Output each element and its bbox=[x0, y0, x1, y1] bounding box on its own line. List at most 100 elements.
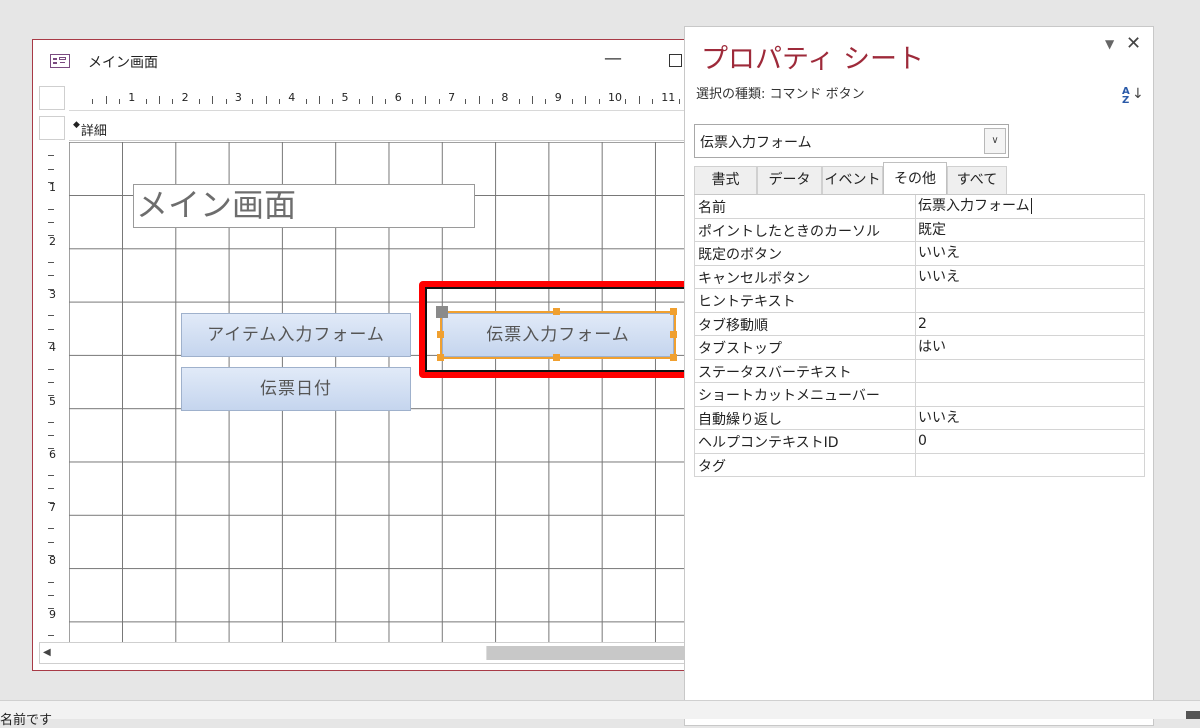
ruler-number: 9 bbox=[49, 607, 56, 621]
ruler-tick bbox=[48, 635, 54, 637]
section-selector[interactable] bbox=[39, 116, 65, 140]
chevron-down-icon[interactable]: ∨ bbox=[984, 128, 1006, 154]
resize-handle-bottom-left[interactable] bbox=[437, 354, 444, 361]
ruler-tick bbox=[651, 99, 653, 104]
ruler-tick bbox=[48, 221, 54, 223]
ruler-tick bbox=[48, 381, 54, 383]
property-sheet-title: プロパティ シート bbox=[701, 44, 924, 75]
property-row-name[interactable]: 名前 伝票入力フォーム bbox=[694, 195, 1145, 219]
minimize-button[interactable]: — bbox=[604, 48, 622, 69]
object-selector-combo[interactable]: 伝票入力フォーム ∨ bbox=[694, 124, 1009, 158]
form-design-window: メイン画面 — 1 2 3 4 5 6 7 8 9 10 11 ◆詳細 1 2 3 4 5 6 7 8 9 メイン画… bbox=[32, 39, 699, 671]
ruler-tick bbox=[532, 96, 534, 104]
slip-date-button[interactable]: 伝票日付 bbox=[181, 367, 411, 411]
tab-data[interactable]: データ bbox=[757, 166, 822, 194]
ruler-number: 8 bbox=[49, 554, 56, 568]
scroll-left-icon[interactable]: ◀ bbox=[43, 647, 51, 658]
property-row-default-button[interactable]: 既定のボタン いいえ bbox=[694, 242, 1145, 266]
text-caret bbox=[1030, 198, 1032, 214]
ruler-tick bbox=[105, 96, 107, 104]
scrollbar-area[interactable] bbox=[62, 646, 487, 660]
ruler-tick bbox=[48, 488, 54, 490]
property-row-status-bar-text[interactable]: ステータスバーテキスト bbox=[694, 359, 1145, 383]
form-window-title: メイン画面 bbox=[88, 55, 158, 71]
ruler-number: 4 bbox=[49, 341, 56, 355]
detail-section-bar[interactable]: ◆詳細 bbox=[69, 116, 699, 141]
property-row-tag[interactable]: タグ bbox=[694, 453, 1145, 477]
ruler-tick bbox=[48, 541, 54, 543]
property-row-hint-text[interactable]: ヒントテキスト bbox=[694, 289, 1145, 313]
ruler-tick bbox=[48, 275, 54, 277]
ruler-number: 6 bbox=[394, 91, 402, 104]
detail-section-label: ◆詳細 bbox=[73, 120, 107, 139]
ruler-tick bbox=[638, 96, 640, 104]
move-handle[interactable] bbox=[436, 306, 448, 318]
ruler-tick bbox=[492, 99, 494, 104]
horizontal-ruler[interactable]: 1 2 3 4 5 6 7 8 9 10 11 bbox=[69, 86, 699, 111]
ruler-tick bbox=[465, 99, 467, 104]
ruler-tick bbox=[598, 99, 600, 104]
resize-handle-bottom[interactable] bbox=[553, 354, 560, 361]
ruler-number: 10 bbox=[608, 91, 622, 104]
ruler-number: 9 bbox=[554, 91, 562, 104]
property-row-tab-stop[interactable]: タブストップ はい bbox=[694, 336, 1145, 360]
tab-event[interactable]: イベント bbox=[822, 166, 883, 194]
property-row-cursor[interactable]: ポイントしたときのカーソル 既定 bbox=[694, 218, 1145, 242]
ruler-tick bbox=[572, 99, 574, 104]
ruler-tick bbox=[425, 96, 427, 104]
ruler-tick bbox=[48, 421, 54, 423]
ruler-tick bbox=[625, 99, 627, 104]
ruler-tick bbox=[305, 99, 307, 104]
property-row-tab-index[interactable]: タブ移動順 2 bbox=[694, 312, 1145, 336]
ruler-number: 8 bbox=[501, 91, 509, 104]
ruler-number: 2 bbox=[49, 234, 56, 248]
tab-format[interactable]: 書式 bbox=[694, 166, 757, 194]
ruler-tick bbox=[358, 99, 360, 104]
panel-menu-icon[interactable]: ▼ bbox=[1105, 37, 1114, 51]
ruler-tick bbox=[252, 99, 254, 104]
main-title-label[interactable]: メイン画面 bbox=[133, 184, 475, 228]
property-value-name[interactable]: 伝票入力フォーム bbox=[915, 195, 1032, 218]
ruler-number: 7 bbox=[49, 501, 56, 515]
vertical-ruler[interactable]: 1 2 3 4 5 6 7 8 9 bbox=[39, 144, 65, 642]
object-selector-value: 伝票入力フォーム bbox=[700, 135, 812, 151]
selection-outline bbox=[440, 311, 676, 359]
ruler-tick bbox=[48, 328, 54, 330]
property-sheet: プロパティ シート ▼ ✕ 選択の種類: コマンド ボタン A Z ↓ 伝票入力フォ… bbox=[684, 26, 1154, 726]
property-row-help-context-id[interactable]: ヘルプコンテキストID 0 bbox=[694, 430, 1145, 454]
ruler-corner[interactable] bbox=[39, 86, 65, 110]
ruler-number: 3 bbox=[234, 91, 242, 104]
ruler-tick bbox=[158, 96, 160, 104]
ruler-number: 4 bbox=[288, 91, 296, 104]
property-grid: 名前 伝票入力フォーム ポイントしたときのカーソル 既定 既定のボタン いいえ キャン… bbox=[694, 194, 1145, 477]
ruler-tick bbox=[48, 315, 54, 317]
ruler-tick bbox=[48, 368, 54, 370]
ruler-tick bbox=[385, 99, 387, 104]
resize-handle-left[interactable] bbox=[437, 331, 444, 338]
resize-handle-bottom-right[interactable] bbox=[670, 354, 677, 361]
ruler-number: 7 bbox=[448, 91, 456, 104]
resize-handle-top-right[interactable] bbox=[670, 308, 677, 315]
ruler-tick bbox=[318, 96, 320, 104]
property-row-auto-repeat[interactable]: 自動繰り返し いいえ bbox=[694, 406, 1145, 430]
property-row-shortcut-menu-bar[interactable]: ショートカットメニューバー bbox=[694, 383, 1145, 407]
scrollbar-thumb[interactable] bbox=[487, 646, 697, 660]
close-icon[interactable]: ✕ bbox=[1126, 33, 1141, 54]
form-icon bbox=[50, 54, 70, 68]
ruler-number: 3 bbox=[49, 287, 56, 301]
sort-icon[interactable]: A Z ↓ bbox=[1122, 87, 1144, 109]
maximize-button[interactable] bbox=[669, 54, 682, 67]
ruler-tick bbox=[678, 99, 680, 104]
horizontal-scrollbar[interactable]: ◀ bbox=[39, 642, 699, 664]
selection-type-label: 選択の種類: コマンド ボタン bbox=[696, 87, 865, 102]
resize-handle-right[interactable] bbox=[670, 331, 677, 338]
item-entry-form-button[interactable]: アイテム入力フォーム bbox=[181, 313, 411, 357]
tab-all[interactable]: すべて bbox=[947, 166, 1007, 194]
ruler-number: 1 bbox=[49, 181, 56, 195]
ruler-tick bbox=[545, 99, 547, 104]
tab-other[interactable]: その他 bbox=[883, 162, 947, 195]
ruler-tick bbox=[48, 595, 54, 597]
property-row-cancel-button[interactable]: キャンセルボタン いいえ bbox=[694, 265, 1145, 289]
resize-handle-top[interactable] bbox=[553, 308, 560, 315]
ruler-tick bbox=[585, 96, 587, 104]
